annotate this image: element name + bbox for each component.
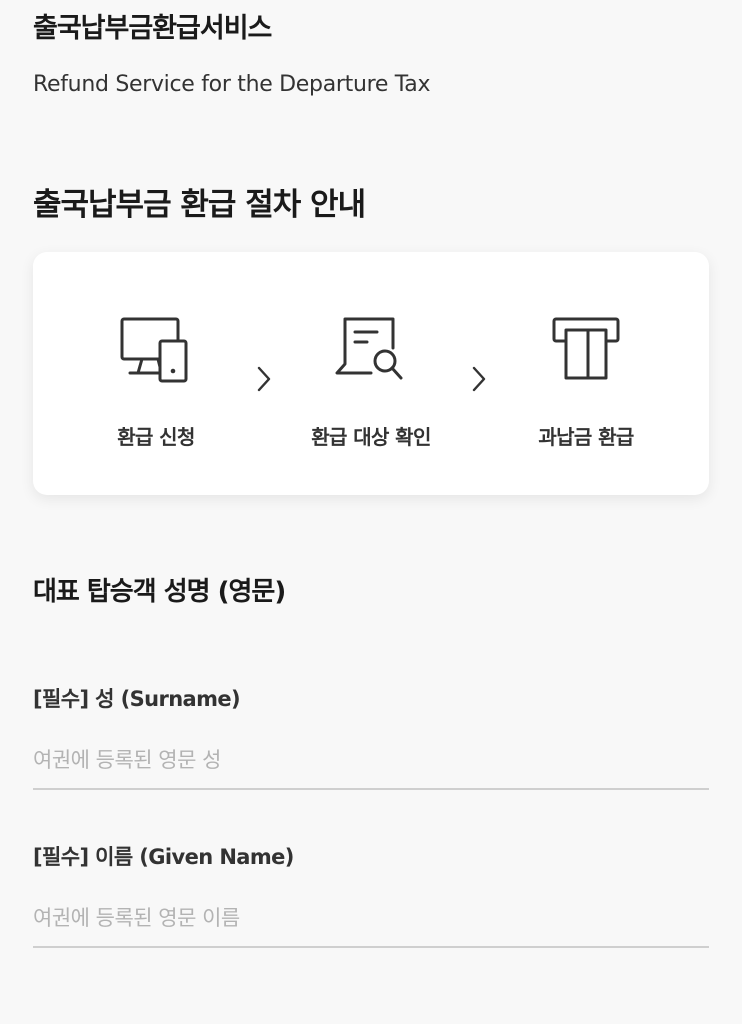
step-label: 환급 신청 bbox=[117, 425, 195, 449]
surname-input[interactable] bbox=[33, 742, 709, 790]
given-name-field: [필수] 이름 (Given Name) bbox=[33, 842, 709, 948]
surname-label: [필수] 성 (Surname) bbox=[33, 687, 241, 711]
service-subtitle: Refund Service for the Departure Tax bbox=[33, 72, 431, 97]
service-title: 출국납부금환급서비스 bbox=[33, 13, 272, 44]
header: 출국납부금환급서비스 Refund Service for the Depart… bbox=[33, 10, 431, 100]
step-label: 과납금 환급 bbox=[538, 425, 634, 449]
given-name-input[interactable] bbox=[33, 900, 709, 948]
passenger-name-title: 대표 탑승객 성명 (영문) bbox=[33, 577, 286, 607]
document-search-icon bbox=[335, 317, 403, 380]
procedure-title: 출국납부금 환급 절차 안내 bbox=[33, 187, 366, 223]
devices-icon bbox=[120, 317, 188, 383]
step-label: 환급 대상 확인 bbox=[311, 425, 431, 449]
step-apply: 환급 신청 bbox=[48, 252, 264, 495]
given-name-label: [필수] 이름 (Given Name) bbox=[33, 845, 294, 869]
card-reader-icon bbox=[552, 317, 620, 380]
surname-field: [필수] 성 (Surname) bbox=[33, 684, 709, 790]
procedure-card: 환급 신청 환급 대상 확인 과납금 환급 bbox=[33, 252, 709, 495]
step-refund: 과납금 환급 bbox=[478, 252, 694, 495]
step-verify: 환급 대상 확인 bbox=[263, 252, 479, 495]
